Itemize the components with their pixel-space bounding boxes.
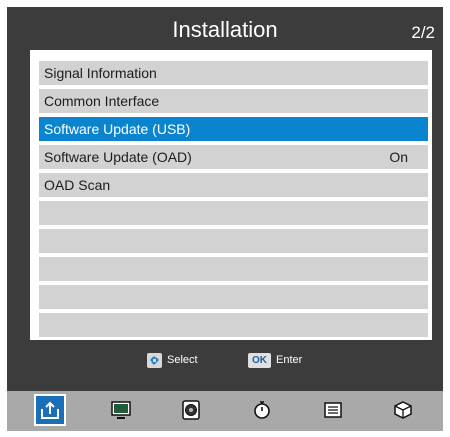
menu-item-label: Common Interface: [44, 93, 160, 109]
menu-item-software-update-usb[interactable]: Software Update (USB): [39, 117, 428, 141]
cube-icon: [394, 401, 412, 419]
audio-icon: [182, 400, 200, 420]
menu-item-oad-scan[interactable]: OAD Scan: [39, 173, 428, 197]
menu-item-software-update-oad[interactable]: Software Update (OAD) On: [39, 145, 428, 169]
page-indicator: 2/2: [411, 23, 435, 42]
menu-item-label: Software Update (USB): [44, 121, 191, 137]
installation-icon: [41, 401, 59, 419]
select-hint: Select: [147, 351, 198, 369]
dock-timer[interactable]: [246, 394, 278, 426]
enter-hint: OK Enter: [248, 351, 302, 369]
menu-item-value: On: [389, 149, 408, 165]
menu-list: Signal Information Common Interface Soft…: [30, 50, 432, 340]
settings-list-icon: [324, 402, 342, 418]
menu-item-label: OAD Scan: [44, 177, 111, 193]
picture-icon: [111, 401, 131, 419]
timer-icon: [254, 401, 270, 419]
menu-item-empty: [39, 229, 428, 253]
menu-item-label: Software Update (OAD): [44, 149, 192, 165]
enter-hint-label: Enter: [276, 354, 303, 366]
menu-item-empty: [39, 257, 428, 281]
ok-key-icon: OK: [248, 352, 271, 368]
installation-menu-window: Installation 2/2 Signal Information Comm…: [7, 7, 443, 431]
menu-item-empty: [39, 313, 428, 337]
dock-cube[interactable]: [387, 394, 419, 426]
dock-installation[interactable]: [34, 394, 66, 426]
menu-item-signal-information[interactable]: Signal Information: [39, 61, 428, 85]
dock-audio[interactable]: [175, 394, 207, 426]
dock-settings-list[interactable]: [317, 394, 349, 426]
menu-item-common-interface[interactable]: Common Interface: [39, 89, 428, 113]
menu-item-empty: [39, 201, 428, 225]
bottom-menu-bar: [7, 391, 443, 431]
menu-item-label: Signal Information: [44, 65, 157, 81]
menu-item-empty: [39, 285, 428, 309]
select-hint-label: Select: [167, 354, 198, 366]
navigation-keys-icon: [147, 352, 162, 368]
page-title: Installation: [172, 17, 278, 42]
dock-picture[interactable]: [105, 394, 137, 426]
key-hints: Select OK Enter: [7, 351, 443, 371]
